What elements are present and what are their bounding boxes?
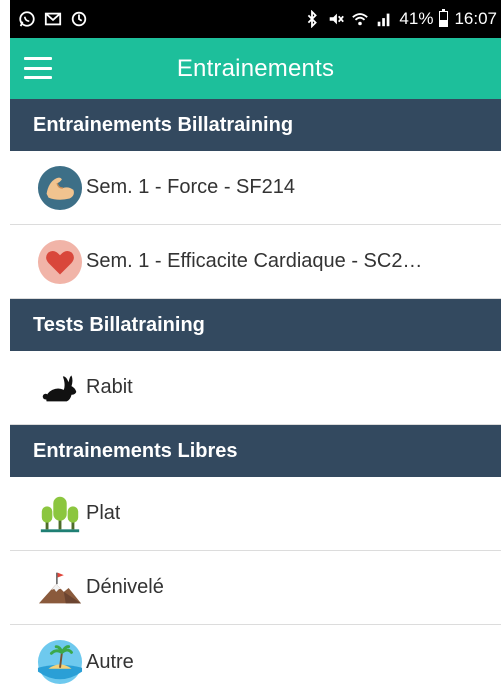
mountain-icon (36, 564, 84, 612)
page-title: Entrainements (176, 54, 335, 82)
list-item-label: Rabit (86, 376, 133, 398)
muscle-icon (36, 164, 84, 212)
battery-percent: 41% (399, 9, 434, 28)
section-header-billatraining: Entrainements Billatraining (10, 99, 501, 151)
list-item-force[interactable]: Sem. 1 - Force - SF214 (10, 151, 501, 225)
rabbit-icon (36, 364, 84, 412)
status-left-icons (18, 10, 88, 28)
app-bar: Entrainements (10, 38, 501, 99)
heart-icon (36, 238, 84, 286)
screen-edge (0, 0, 10, 694)
list-item-efficacite-cardiaque[interactable]: Sem. 1 - Efficacite Cardiaque - SC2… (10, 225, 501, 299)
list-item-label: Autre (86, 650, 134, 673)
list-item-label: Plat (86, 502, 121, 524)
status-right-icons: 41% 16:07 (303, 9, 497, 29)
signal-icon (375, 10, 393, 28)
list-item-label: Sem. 1 - Efficacite Cardiaque - SC2… (86, 250, 423, 272)
section-header-libres: Entrainements Libres (10, 425, 501, 477)
status-bar: 41% 16:07 (10, 0, 501, 38)
section-header-tests: Tests Billatraining (10, 299, 501, 351)
list-item-autre[interactable]: Autre (10, 625, 501, 694)
whatsapp-icon (18, 10, 36, 28)
list-item-label: Sem. 1 - Force - SF214 (86, 176, 295, 198)
mute-icon (327, 10, 345, 28)
list-item-plat[interactable]: Plat (10, 477, 501, 551)
mail-icon (44, 10, 62, 28)
bluetooth-icon (303, 10, 321, 28)
list-item-denivele[interactable]: Dénivelé (10, 551, 501, 625)
wifi-icon (351, 10, 369, 28)
list-item-rabit[interactable]: Rabit (10, 351, 501, 425)
battery-icon (439, 9, 449, 27)
app-frame: 41% 16:07 Entrainements Entrainements Bi… (0, 0, 501, 694)
sync-icon (70, 10, 88, 28)
list-item-label: Dénivelé (86, 576, 164, 598)
trees-icon (36, 490, 84, 538)
island-icon (36, 638, 84, 686)
hamburger-menu-icon[interactable] (24, 57, 52, 79)
training-list: Entrainements Billatraining Sem. 1 - For… (10, 99, 501, 694)
clock: 16:07 (454, 9, 497, 28)
